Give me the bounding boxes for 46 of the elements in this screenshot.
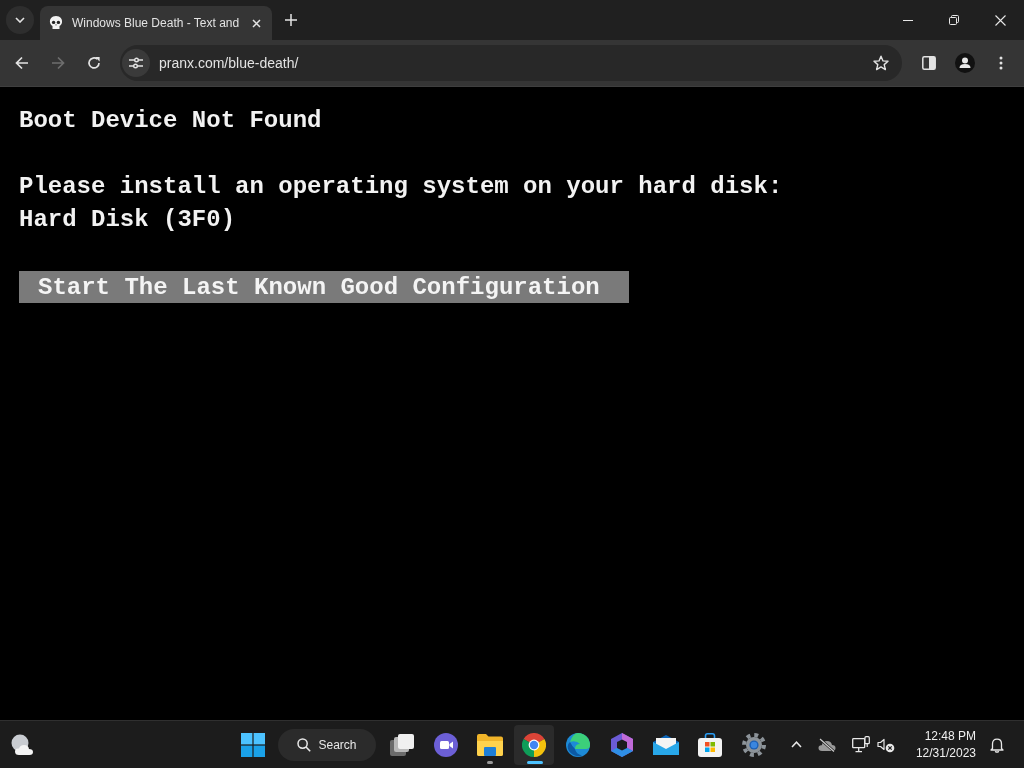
- url-text: pranx.com/blue-death/: [159, 55, 300, 71]
- network-icon: [852, 736, 871, 753]
- gear-icon: [742, 732, 766, 757]
- clock-button[interactable]: 12:48 PM 12/31/2023: [909, 724, 982, 765]
- reload-icon: [87, 56, 101, 70]
- browser-tab[interactable]: Windows Blue Death - Text and: [40, 6, 272, 40]
- start-logo-icon: [241, 732, 265, 757]
- error-message: Please install an operating system on your hard disk:: [19, 172, 783, 202]
- chevron-down-icon: [15, 17, 25, 23]
- envelope-icon: [653, 734, 679, 755]
- search-icon: [297, 737, 312, 752]
- taskbar-app-button[interactable]: [514, 724, 554, 765]
- boot-option-button[interactable]: Start The Last Known Good Configuration: [19, 271, 629, 303]
- stacked-windows-icon: [390, 733, 414, 756]
- error-heading: Boot Device Not Found: [19, 106, 322, 136]
- bell-icon: [990, 736, 1004, 753]
- shopping-bag-icon: [698, 732, 722, 757]
- site-settings-button[interactable]: [122, 49, 150, 77]
- side-panel-icon: [922, 56, 936, 70]
- clock-date: 12/31/2023: [915, 744, 976, 762]
- minimize-icon: [903, 19, 913, 21]
- search-button[interactable]: Search: [278, 728, 376, 761]
- cloud-off-icon: [817, 737, 836, 752]
- star-icon: [873, 55, 889, 71]
- profile-icon: [955, 53, 975, 73]
- back-arrow-icon: [15, 56, 29, 70]
- hexagon-logo-icon: [611, 732, 633, 757]
- restore-icon: [949, 15, 959, 25]
- swirl-logo-icon: [566, 732, 590, 757]
- plus-icon: [285, 14, 297, 26]
- cloud-icon: [10, 733, 34, 756]
- video-camera-icon: [434, 732, 458, 757]
- clock-time: 12:48 PM: [924, 727, 976, 745]
- address-bar[interactable]: pranx.com/blue-death/: [120, 45, 902, 81]
- folder-icon: [477, 733, 503, 756]
- forward-arrow-icon: [51, 56, 65, 70]
- skull-icon: [48, 15, 64, 31]
- chevron-up-icon: [791, 741, 803, 748]
- error-message: Hard Disk (3F0): [19, 205, 236, 235]
- tab-title: Windows Blue Death - Text and: [72, 16, 241, 30]
- close-icon: [994, 14, 1006, 26]
- circle-logo-icon: [522, 732, 546, 757]
- tab-search-button[interactable]: [6, 6, 34, 34]
- close-icon: [251, 18, 261, 28]
- sliders-icon: [129, 57, 143, 69]
- more-icon: [999, 56, 1003, 70]
